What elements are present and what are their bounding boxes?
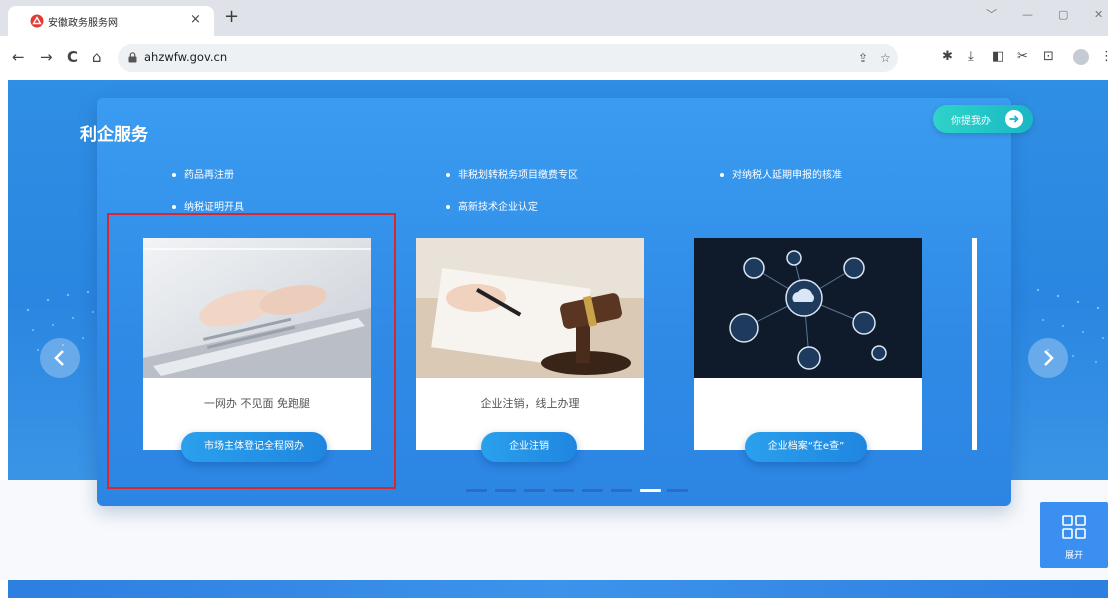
- highlight-box: [107, 213, 396, 489]
- profile-icon[interactable]: [1073, 49, 1089, 65]
- network-cloud-image: [694, 238, 922, 378]
- back-icon[interactable]: ←: [12, 48, 25, 66]
- gavel-signing-image: [416, 238, 644, 378]
- service-link-label: 高新技术企业认定: [458, 202, 538, 213]
- download-icon[interactable]: ⤓: [968, 48, 974, 66]
- bullet-icon: [720, 173, 724, 177]
- home-icon[interactable]: ⌂: [92, 48, 102, 66]
- pager-dot-active[interactable]: [640, 489, 661, 492]
- service-link[interactable]: 非税划转税务项目缴费专区: [446, 166, 578, 181]
- service-link-label: 纳税证明开具: [184, 202, 244, 213]
- section-title: 利企服务: [80, 125, 148, 145]
- card-action-button[interactable]: 企业档案“在e查”: [745, 432, 867, 462]
- pager-dot[interactable]: [553, 489, 574, 492]
- maximize-icon[interactable]: ▢: [1058, 8, 1068, 22]
- browser-tab-strip: 安徽政务服务网 × + ﹀ — ▢ ✕: [0, 0, 1108, 36]
- service-link[interactable]: 纳税证明开具: [172, 198, 244, 213]
- tab-close-icon[interactable]: ×: [190, 12, 201, 28]
- close-window-icon[interactable]: ✕: [1094, 8, 1103, 22]
- extensions-icon[interactable]: ✱: [942, 48, 953, 66]
- arrow-right-icon: [1005, 110, 1023, 128]
- pager-dot[interactable]: [582, 489, 603, 492]
- browser-tab[interactable]: 安徽政务服务网 ×: [8, 6, 214, 36]
- expand-label: 展开: [1064, 551, 1083, 561]
- address-bar[interactable]: ahzwfw.gov.cn ⇪ ☆: [118, 44, 898, 72]
- service-link-label: 非税划转税务项目缴费专区: [458, 170, 578, 181]
- grid-icon: [1062, 515, 1086, 539]
- forward-icon[interactable]: →: [40, 48, 53, 66]
- find-service-label: 你提我办: [951, 116, 991, 127]
- star-icon[interactable]: ☆: [880, 50, 891, 66]
- service-link-label: 药品再注册: [184, 170, 234, 181]
- carousel-next-button[interactable]: [1028, 338, 1068, 378]
- pager-dot[interactable]: [667, 489, 688, 492]
- menu-icon[interactable]: ⋮: [1100, 48, 1108, 66]
- pager-dot[interactable]: [611, 489, 632, 492]
- tab-search-icon[interactable]: ﹀: [986, 8, 997, 22]
- service-card[interactable]: 企业注销，线上办理: [416, 238, 644, 450]
- card-action-label: 企业档案“在e查”: [767, 441, 845, 452]
- reload-icon[interactable]: C: [67, 48, 78, 66]
- chevron-right-icon: [1044, 350, 1054, 366]
- pager-dot[interactable]: [495, 489, 516, 492]
- share-icon[interactable]: ⇪: [858, 50, 868, 66]
- minimize-icon[interactable]: —: [1022, 8, 1033, 22]
- site-favicon-icon: [30, 14, 44, 28]
- lock-icon: [128, 52, 137, 63]
- bullet-icon: [172, 205, 176, 209]
- tab-title: 安徽政务服务网: [48, 18, 118, 29]
- expand-panel-button[interactable]: 展开: [1040, 502, 1108, 568]
- devices-icon[interactable]: ⊡: [1043, 48, 1054, 66]
- service-link-label: 对纳税人延期申报的核准: [732, 170, 842, 181]
- card-action-button[interactable]: 企业注销: [481, 432, 577, 462]
- service-link[interactable]: 高新技术企业认定: [446, 198, 538, 213]
- new-tab-icon[interactable]: +: [224, 6, 239, 28]
- screenshot-root: 安徽政务服务网 × + ﹀ — ▢ ✕ ← → C ⌂ ahzwfw.gov.c…: [0, 0, 1108, 598]
- pager-dot[interactable]: [524, 489, 545, 492]
- url-text: ahzwfw.gov.cn: [144, 50, 228, 64]
- bullet-icon: [446, 205, 450, 209]
- pager-dot[interactable]: [466, 489, 487, 492]
- bullet-icon: [446, 173, 450, 177]
- carousel-prev-button[interactable]: [40, 338, 80, 378]
- next-card-peek: [972, 238, 977, 450]
- card-action-label: 企业注销: [509, 441, 549, 452]
- find-service-button[interactable]: 你提我办: [933, 105, 1033, 133]
- card-subtitle: 企业注销，线上办理: [480, 397, 580, 410]
- service-card[interactable]: [694, 238, 922, 450]
- cut-icon[interactable]: ✂: [1017, 48, 1028, 66]
- service-link[interactable]: 对纳税人延期申报的核准: [720, 166, 842, 181]
- sidebar-icon[interactable]: ◧: [992, 48, 1004, 66]
- footer-band: [8, 580, 1108, 598]
- service-link[interactable]: 药品再注册: [172, 166, 234, 181]
- chevron-left-icon: [54, 350, 64, 366]
- bullet-icon: [172, 173, 176, 177]
- browser-toolbar: ← → C ⌂ ahzwfw.gov.cn ⇪ ☆ ✱ ⤓ ◧ ✂ ⊡ ⋮: [0, 36, 1108, 80]
